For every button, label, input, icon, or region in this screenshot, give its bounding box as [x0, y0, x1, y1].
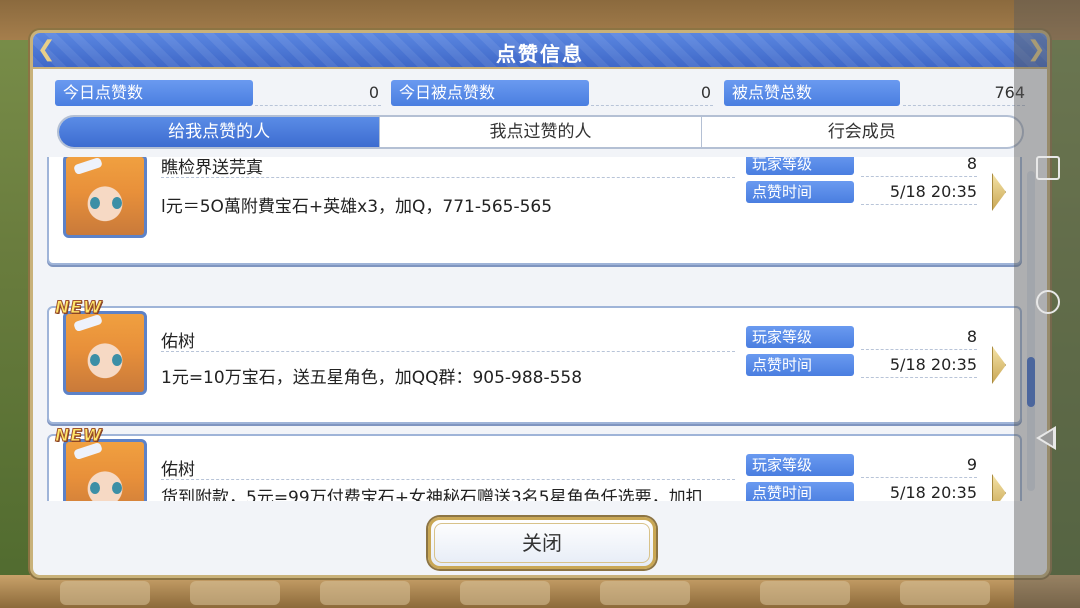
chevron-right-icon[interactable]: [992, 173, 1006, 211]
level-value: 9: [966, 455, 977, 474]
player-message: 1元=10万宝石，送五星角色，加QQ群：905-988-558: [161, 368, 583, 388]
stat-today-likes-value: 0: [368, 83, 379, 102]
time-label: 点赞时间: [746, 181, 854, 203]
android-nav-bar: [1014, 0, 1080, 608]
tab-liked-me[interactable]: 给我点赞的人: [59, 117, 381, 147]
stat-total-liked-value: 764: [994, 83, 1025, 102]
chevron-right-icon[interactable]: [992, 346, 1006, 384]
list-item[interactable]: 瞧检界送芫寘 l元＝5O萬附費宝石+英雄x3，加Q，771-565-565 玩家…: [47, 157, 1022, 265]
list-item[interactable]: 佑树 货到附款，5元=99万付费宝石+女神秘石赠送3名5星角色任选要，加扣257…: [47, 434, 1022, 501]
like-info-dialog: ❮ 点赞信息 ❯ 今日点赞数 0 今日被点赞数 0 被点赞总数 764 给我点赞…: [30, 30, 1050, 578]
list-item[interactable]: 佑树 1元=10万宝石，送五星角色，加QQ群：905-988-558 玩家等级 …: [47, 306, 1022, 424]
level-value: 8: [966, 157, 977, 173]
level-label: 玩家等级: [746, 326, 854, 348]
time-label: 点赞时间: [746, 354, 854, 376]
time-label: 点赞时间: [746, 482, 854, 501]
avatar[interactable]: [63, 311, 147, 395]
back-icon[interactable]: [1036, 426, 1056, 450]
time-value: 5/18 20:35: [889, 355, 977, 374]
stat-total-liked-label: 被点赞总数: [724, 80, 900, 106]
close-button[interactable]: 关闭: [428, 517, 656, 569]
stat-today-likes-label: 今日点赞数: [55, 80, 253, 106]
recent-apps-icon[interactable]: [1036, 156, 1060, 180]
tab-bar: 给我点赞的人 我点过赞的人 行会成员: [57, 115, 1024, 149]
player-name: 佑树: [161, 460, 195, 480]
player-message: 货到附款，5元=99万付费宝石+女神秘石赠送3名5星角色任选要，加扣257324…: [161, 488, 703, 501]
time-value: 5/18 20:35: [889, 182, 977, 201]
game-background-bottom: [0, 575, 1080, 608]
player-name: 佑树: [161, 332, 195, 352]
avatar[interactable]: [63, 157, 147, 238]
level-value: 8: [966, 327, 977, 346]
dialog-header: ❮ 点赞信息 ❯: [33, 33, 1047, 69]
home-icon[interactable]: [1036, 290, 1060, 314]
level-label: 玩家等级: [746, 157, 854, 175]
new-badge: NEW: [55, 426, 103, 447]
stat-today-liked-value: 0: [700, 83, 711, 102]
new-badge: NEW: [55, 298, 103, 319]
stat-today-liked-label: 今日被点赞数: [391, 80, 589, 106]
like-list[interactable]: 瞧检界送芫寘 l元＝5O萬附費宝石+英雄x3，加Q，771-565-565 玩家…: [37, 157, 1043, 501]
chevron-right-icon[interactable]: [992, 474, 1006, 501]
tab-guild-members[interactable]: 行会成员: [702, 117, 1022, 147]
time-value: 5/18 20:35: [889, 483, 977, 501]
tab-i-liked[interactable]: 我点过赞的人: [380, 117, 702, 147]
player-name: 瞧检界送芫寘: [161, 158, 263, 178]
avatar[interactable]: [63, 439, 147, 501]
level-label: 玩家等级: [746, 454, 854, 476]
player-message: l元＝5O萬附費宝石+英雄x3，加Q，771-565-565: [161, 197, 553, 217]
dialog-title: 点赞信息: [496, 42, 584, 66]
